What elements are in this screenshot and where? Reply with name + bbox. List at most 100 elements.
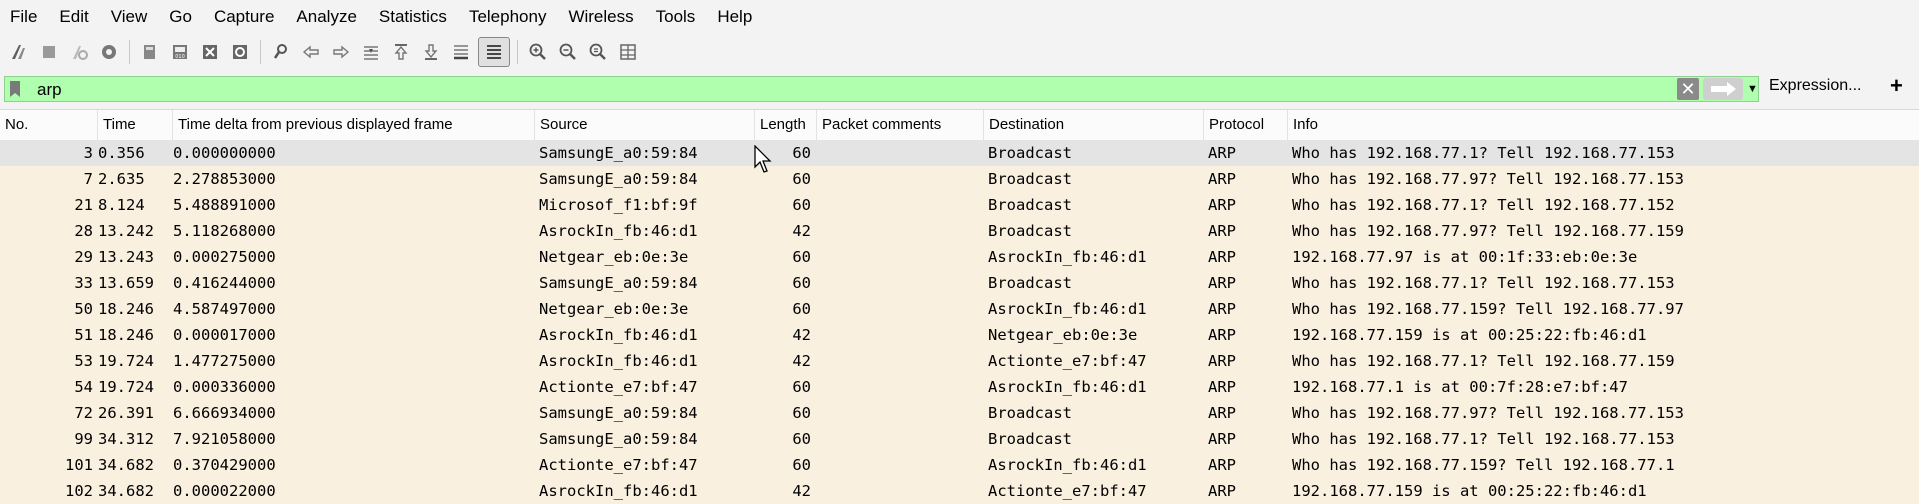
first-packet-icon[interactable] [388,39,414,65]
table-row[interactable]: 54 19.724 0.000336000 Actionte_e7:bf:47 60 As… [0,374,1919,400]
cell-info: Who has 192.168.77.1? Tell 192.168.77.15… [1292,352,1675,370]
table-row[interactable]: 51 18.246 0.000017000 AsrockIn_fb:46:d1 42 Ne… [0,322,1919,348]
menu-view[interactable]: View [100,0,159,33]
table-row[interactable]: 72 26.391 6.666934000 SamsungE_a0:59:84 60 Br… [0,400,1919,426]
table-row[interactable]: 53 19.724 1.477275000 AsrockIn_fb:46:d1 42 Ac… [0,348,1919,374]
restart-capture-icon[interactable] [66,39,92,65]
cell-delta: 1.477275000 [173,352,276,370]
apply-filter-icon[interactable] [1703,78,1743,100]
cell-protocol: ARP [1208,300,1236,318]
cell-comments [820,426,980,452]
cell-info: 192.168.77.159 is at 00:25:22:fb:46:d1 [1292,326,1647,344]
cell-length: 60 [792,170,811,188]
find-packet-icon[interactable] [268,39,294,65]
zoom-out-icon[interactable] [555,39,581,65]
add-filter-button[interactable]: + [1890,73,1903,99]
column-header-delta[interactable]: Time delta from previous displayed frame [173,110,535,140]
cell-delta: 0.000336000 [173,378,276,396]
normal-size-icon[interactable] [585,39,611,65]
menu-bar: File Edit View Go Capture Analyze Statis… [0,0,1919,33]
cell-info: 192.168.77.1 is at 00:7f:28:e7:bf:47 [1292,378,1628,396]
table-row[interactable]: 21 8.124 5.488891000 Microsof_f1:bf:9f 60 Bro… [0,192,1919,218]
resize-columns-icon[interactable] [615,39,641,65]
table-row[interactable]: 7 2.635 2.278853000 SamsungE_a0:59:84 60 Broa… [0,166,1919,192]
column-header-source[interactable]: Source [535,110,755,140]
auto-scroll-icon[interactable] [448,39,474,65]
column-header-protocol[interactable]: Protocol [1204,110,1288,140]
cell-destination: Broadcast [988,430,1072,448]
table-row[interactable]: 50 18.246 4.587497000 Netgear_eb:0e:3e 60 Asr… [0,296,1919,322]
table-row[interactable]: 99 34.312 7.921058000 SamsungE_a0:59:84 60 Br… [0,426,1919,452]
chevron-down-icon[interactable]: ▼ [1747,79,1759,99]
table-row[interactable]: 28 13.242 5.118268000 AsrockIn_fb:46:d1 42 Br… [0,218,1919,244]
display-filter-input[interactable]: arp ✕ ▼ [4,76,1759,102]
cell-delta: 5.118268000 [173,222,276,240]
cell-info: 192.168.77.97 is at 00:1f:33:eb:0e:3e [1292,248,1638,266]
cell-source: SamsungE_a0:59:84 [539,274,698,292]
cell-time: 13.659 [98,274,154,292]
cell-time: 19.724 [98,378,154,396]
table-row[interactable]: 102 34.682 0.000022000 AsrockIn_fb:46:d1 42 A… [0,478,1919,504]
column-header-time[interactable]: Time [98,110,173,140]
table-row[interactable]: 3 0.356 0.000000000 SamsungE_a0:59:84 60 Broa… [0,140,1919,166]
menu-edit[interactable]: Edit [48,0,99,33]
table-row[interactable]: 33 13.659 0.416244000 SamsungE_a0:59:84 60 Br… [0,270,1919,296]
reload-file-icon[interactable] [227,39,253,65]
cell-time: 0.356 [98,144,145,162]
capture-options-icon[interactable] [96,39,122,65]
menu-capture[interactable]: Capture [203,0,285,33]
cell-protocol: ARP [1208,352,1236,370]
cell-source: Netgear_eb:0e:3e [539,248,689,266]
menu-go[interactable]: Go [158,0,203,33]
toolbar-separator [517,40,518,64]
start-capture-icon[interactable] [6,39,32,65]
cell-source: SamsungE_a0:59:84 [539,144,698,162]
column-header-no[interactable]: No. [0,110,98,140]
table-row[interactable]: 29 13.243 0.000275000 Netgear_eb:0e:3e 60 Asr… [0,244,1919,270]
cell-no: 72 [74,404,93,422]
bookmark-icon[interactable] [9,80,21,98]
go-back-icon[interactable] [298,39,324,65]
cell-destination: AsrockIn_fb:46:d1 [988,300,1147,318]
column-header-comments[interactable]: Packet comments [817,110,984,140]
table-row[interactable]: 101 34.682 0.370429000 Actionte_e7:bf:47 60 A… [0,452,1919,478]
open-file-icon[interactable] [137,39,163,65]
go-to-packet-icon[interactable] [358,39,384,65]
cell-length: 60 [792,196,811,214]
cell-comments [820,218,980,244]
cell-no: 7 [83,170,93,188]
menu-analyze[interactable]: Analyze [285,0,367,33]
main-toolbar: 010 [0,33,1919,71]
close-file-icon[interactable] [197,39,223,65]
cell-info: 192.168.77.159 is at 00:25:22:fb:46:d1 [1292,482,1647,500]
last-packet-icon[interactable] [418,39,444,65]
menu-help[interactable]: Help [706,0,763,33]
column-header-destination[interactable]: Destination [984,110,1204,140]
zoom-in-icon[interactable] [525,39,551,65]
clear-filter-icon[interactable]: ✕ [1677,78,1699,100]
cell-destination: Broadcast [988,196,1072,214]
cell-destination: AsrockIn_fb:46:d1 [988,456,1147,474]
expression-button[interactable]: Expression... [1769,77,1861,95]
cell-info: Who has 192.168.77.159? Tell 192.168.77.… [1292,300,1684,318]
save-file-icon[interactable]: 010 [167,39,193,65]
menu-wireless[interactable]: Wireless [557,0,644,33]
column-header-info[interactable]: Info [1288,110,1919,140]
menu-tools[interactable]: Tools [645,0,707,33]
cell-delta: 0.000275000 [173,248,276,266]
menu-telephony[interactable]: Telephony [458,0,558,33]
cell-time: 13.243 [98,248,154,266]
cell-comments [820,270,980,296]
menu-statistics[interactable]: Statistics [368,0,458,33]
cell-destination: Broadcast [988,404,1072,422]
cell-info: Who has 192.168.77.97? Tell 192.168.77.1… [1292,170,1684,188]
go-forward-icon[interactable] [328,39,354,65]
cell-no: 21 [74,196,93,214]
stop-capture-icon[interactable] [36,39,62,65]
cell-delta: 7.921058000 [173,430,276,448]
colorize-icon[interactable] [478,37,510,67]
cell-delta: 0.000022000 [173,482,276,500]
column-header-length[interactable]: Length [755,110,817,140]
menu-file[interactable]: File [0,0,48,33]
cell-comments [820,166,980,192]
